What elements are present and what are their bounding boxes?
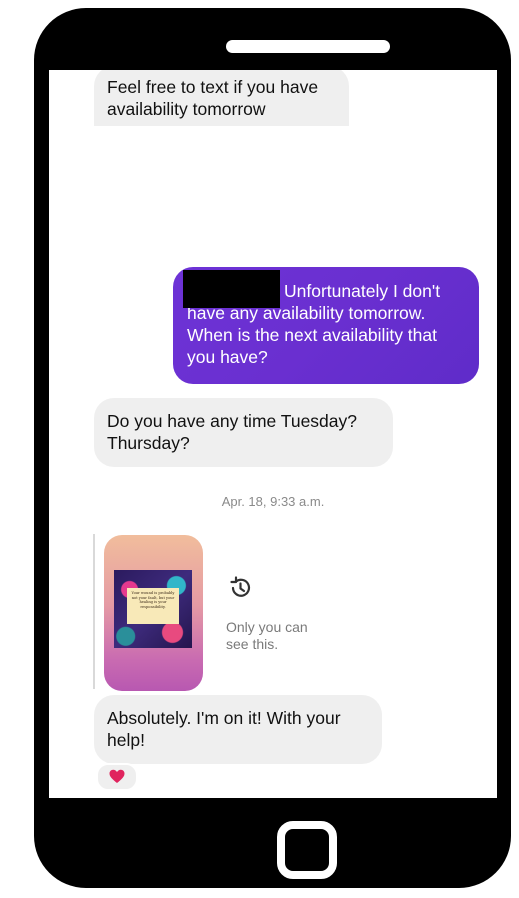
history-icon	[230, 576, 251, 597]
message-incoming: Feel free to text if you have availabili…	[94, 70, 349, 126]
story-artwork: Your wound is probably not your fault, b…	[114, 570, 192, 648]
message-incoming: Absolutely. I'm on it! With your help!	[94, 695, 382, 764]
visibility-note: Only you can see this.	[226, 619, 308, 652]
home-button[interactable]	[277, 821, 337, 879]
story-quote: Your wound is probably not your fault, b…	[131, 591, 175, 609]
reaction-badge[interactable]	[96, 763, 138, 791]
timestamp: Apr. 18, 9:33 a.m.	[221, 494, 325, 509]
chat-screen: Feel free to text if you have availabili…	[49, 70, 497, 798]
message-text: Feel free to text if you have availabili…	[107, 77, 319, 119]
message-text: Absolutely. I'm on it! With your help!	[107, 708, 341, 750]
story-quote-card: Your wound is probably not your fault, b…	[127, 588, 179, 624]
message-text: Do you have any time Tuesday? Thursday?	[107, 411, 358, 453]
redacted-name	[183, 270, 280, 308]
heart-icon	[109, 769, 125, 783]
story-thumbnail[interactable]: Your wound is probably not your fault, b…	[104, 535, 203, 691]
message-incoming: Do you have any time Tuesday? Thursday?	[94, 398, 393, 467]
phone-speaker	[226, 40, 390, 53]
reply-indicator-bar	[93, 534, 95, 689]
